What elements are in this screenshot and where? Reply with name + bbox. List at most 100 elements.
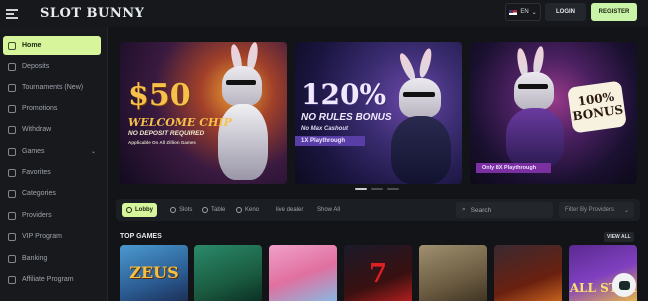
rabbit-jacket [506, 108, 564, 168]
sidebar-item-banking[interactable]: Banking [3, 249, 101, 268]
game-tile[interactable] [269, 245, 337, 301]
sidebar-item-label: VIP Program [22, 233, 62, 240]
carousel-pagination [355, 188, 399, 190]
provider-filter-select[interactable]: Filter By Providers ⌄ [559, 202, 634, 218]
banner-amount: $50 [128, 78, 191, 113]
sidebar-item-label: Promotions [22, 105, 58, 112]
sidebar-item-favorites[interactable]: Favorites [3, 163, 101, 182]
heart-icon [8, 168, 16, 177]
chat-button[interactable] [612, 273, 636, 297]
lobby-icon [126, 207, 132, 213]
us-flag-icon [509, 9, 518, 15]
language-label: EN [520, 9, 529, 15]
site-logo[interactable]: SLOT BUNNY [40, 6, 144, 21]
sidebar-item-affiliate[interactable]: Affiliate Program [3, 270, 101, 289]
tab-show-all[interactable]: Show All [313, 203, 344, 217]
sidebar-item-deposits[interactable]: Deposits [3, 57, 101, 76]
sunglasses [518, 84, 548, 89]
crown-icon [8, 232, 16, 241]
app-root: SLOT BUNNY EN ⌄ LOGIN REGISTER Home Depo… [0, 0, 648, 301]
menu-icon[interactable] [6, 9, 18, 19]
sunglasses [226, 80, 256, 85]
carousel-dot[interactable] [355, 188, 367, 190]
provider-placeholder: Filter By Providers [565, 207, 615, 213]
sidebar-item-label: Withdraw [22, 126, 52, 133]
sidebar: Home Deposits Tournaments (New) Promotio… [0, 27, 108, 301]
banner-title: WELCOME CHIP [128, 116, 232, 129]
carousel-dot[interactable] [387, 188, 399, 190]
sidebar-item-label: Banking [22, 255, 48, 262]
banner-title: NO RULES BONUS [301, 112, 392, 123]
banner-amount: 120% [301, 78, 387, 111]
promo-banner-no-rules-bonus[interactable]: 120% NO RULES BONUS No Max Cashout 1X Pl… [295, 42, 462, 184]
rabbit-mascot-illustration [222, 66, 262, 106]
sidebar-item-vip-program[interactable]: VIP Program [3, 227, 101, 246]
chevron-down-icon: ⌄ [531, 9, 537, 16]
login-button[interactable]: LOGIN [545, 3, 586, 21]
banner-line1: NO DEPOSIT REQUIRED [128, 130, 205, 137]
tab-lobby[interactable]: Lobby [122, 203, 157, 217]
grid-icon [8, 189, 16, 198]
game-title: ZEUS [129, 263, 179, 282]
users-icon [8, 275, 16, 284]
game-tile[interactable] [194, 245, 262, 301]
sidebar-item-tournaments[interactable]: Tournaments (New) [3, 78, 101, 97]
tab-live-dealer[interactable]: live dealer [272, 203, 307, 217]
search-icon: ⌕ [462, 206, 466, 213]
register-button[interactable]: REGISTER [591, 3, 637, 21]
tab-label: live dealer [276, 207, 304, 213]
tab-label: Slots [179, 207, 193, 213]
gift-icon [8, 104, 16, 113]
sidebar-item-withdraw[interactable]: Withdraw [3, 120, 101, 139]
slots-icon [170, 207, 176, 213]
search-placeholder: Search [470, 206, 492, 214]
sidebar-item-label: Affiliate Program [22, 276, 74, 283]
game-tile[interactable]: ZEUS [120, 245, 188, 301]
withdraw-icon [8, 125, 16, 134]
tab-label: Lobby [135, 207, 153, 213]
search-input[interactable]: ⌕ Search [456, 202, 553, 218]
game-filter-bar: Lobby Slots Table Keno live dealer Show … [116, 199, 640, 221]
game-title: 7 [368, 259, 388, 289]
bank-icon [8, 254, 16, 263]
sidebar-item-label: Favorites [22, 169, 51, 176]
sidebar-item-promotions[interactable]: Promotions [3, 99, 101, 118]
rabbit-mascot-illustration [514, 72, 554, 110]
tab-slots[interactable]: Slots [166, 203, 196, 217]
tab-label: Keno [245, 207, 260, 213]
view-all-button[interactable]: VIEW ALL [604, 232, 634, 242]
sunglasses [403, 92, 435, 97]
top-header: SLOT BUNNY EN ⌄ LOGIN REGISTER [0, 0, 648, 27]
tab-keno[interactable]: Keno [232, 203, 263, 217]
sidebar-item-providers[interactable]: Providers [3, 206, 101, 225]
sidebar-item-label: Home [22, 42, 42, 49]
table-icon [202, 207, 208, 213]
tab-label: Show All [317, 207, 341, 213]
rabbit-suit [391, 116, 451, 184]
section-title: TOP GAMES [120, 233, 162, 240]
banner-line1: Only 8X Playthrough [476, 163, 551, 173]
tab-label: Table [211, 207, 226, 213]
game-tile[interactable] [419, 245, 487, 301]
keno-icon [236, 207, 242, 213]
language-selector[interactable]: EN ⌄ [505, 3, 541, 21]
trophy-icon [8, 83, 16, 92]
sidebar-item-label: Providers [22, 212, 52, 219]
sidebar-item-categories[interactable]: Categories [3, 184, 101, 203]
carousel-dot[interactable] [371, 188, 383, 190]
promo-banner-100-bonus[interactable]: 100% BONUS Only 8X Playthrough [470, 42, 637, 184]
game-tile[interactable] [494, 245, 562, 301]
chat-icon [618, 280, 630, 290]
sidebar-item-label: Games [22, 148, 45, 155]
promo-banner-welcome-chip[interactable]: $50 WELCOME CHIP NO DEPOSIT REQUIRED App… [120, 42, 287, 184]
chevron-down-icon: ⌄ [623, 207, 629, 214]
tab-table[interactable]: Table [198, 203, 229, 217]
rabbit-ear [417, 47, 434, 79]
gamepad-icon [8, 147, 16, 156]
sidebar-item-games[interactable]: Games ⌄ [3, 142, 101, 161]
game-tile[interactable]: 7 [344, 245, 412, 301]
banner-line2: Applicable On All Zillion Games [128, 140, 196, 145]
banner-line1: No Max Cashout [301, 126, 349, 132]
sidebar-item-label: Deposits [22, 63, 50, 70]
sidebar-item-home[interactable]: Home [3, 36, 101, 55]
